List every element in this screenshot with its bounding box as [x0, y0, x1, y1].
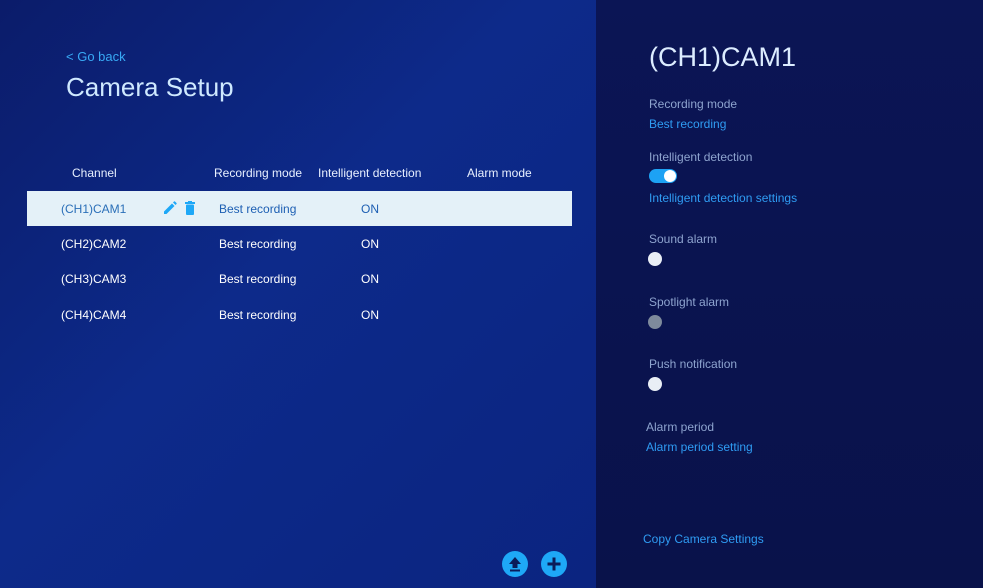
upload-button[interactable] — [502, 551, 528, 577]
sound-alarm-label: Sound alarm — [649, 232, 718, 246]
column-header-channel: Channel — [72, 166, 117, 180]
intelligent-detection-settings-link[interactable]: Intelligent detection settings — [649, 191, 797, 205]
pencil-icon[interactable] — [163, 201, 177, 215]
row-intelligent-detection: ON — [361, 202, 379, 216]
table-row[interactable]: (CH3)CAM3 Best recording ON — [27, 261, 572, 296]
row-channel: (CH3)CAM3 — [61, 272, 127, 286]
plus-icon — [547, 557, 561, 571]
copy-camera-settings-link[interactable]: Copy Camera Settings — [643, 532, 764, 546]
column-header-alarm-mode: Alarm mode — [467, 166, 532, 180]
row-recording-mode: Best recording — [219, 308, 297, 322]
page-title: Camera Setup — [66, 72, 234, 102]
row-recording-mode: Best recording — [219, 202, 297, 216]
recording-mode-value[interactable]: Best recording — [649, 117, 726, 131]
table-row[interactable]: (CH4)CAM4 Best recording ON — [27, 297, 572, 332]
table-row[interactable]: (CH1)CAM1 Best recording ON — [27, 191, 572, 226]
row-channel: (CH4)CAM4 — [61, 308, 127, 322]
intelligent-detection-toggle[interactable] — [649, 169, 677, 183]
upload-icon — [509, 557, 521, 572]
row-intelligent-detection: ON — [361, 237, 379, 251]
row-channel: (CH2)CAM2 — [61, 237, 127, 251]
row-intelligent-detection: ON — [361, 308, 379, 322]
go-back-link[interactable]: < Go back — [66, 49, 126, 64]
alarm-period-label: Alarm period — [646, 420, 715, 434]
camera-detail-panel — [596, 0, 983, 588]
alarm-period-setting-link[interactable]: Alarm period setting — [646, 440, 753, 454]
row-recording-mode: Best recording — [219, 272, 297, 286]
row-intelligent-detection: ON — [361, 272, 379, 286]
push-notification-label: Push notification — [649, 357, 738, 371]
detail-title: (CH1)CAM1 — [649, 42, 797, 72]
recording-mode-label: Recording mode — [649, 97, 738, 111]
row-channel: (CH1)CAM1 — [61, 202, 127, 216]
trash-icon[interactable] — [183, 201, 197, 215]
spotlight-alarm-toggle[interactable] — [648, 315, 662, 329]
intelligent-detection-label: Intelligent detection — [649, 150, 753, 164]
sound-alarm-toggle[interactable] — [648, 252, 662, 266]
column-header-intelligent-detection: Intelligent detection — [318, 166, 422, 180]
spotlight-alarm-label: Spotlight alarm — [649, 295, 730, 309]
row-recording-mode: Best recording — [219, 237, 297, 251]
add-camera-button[interactable] — [541, 551, 567, 577]
column-header-recording-mode: Recording mode — [214, 166, 303, 180]
toggle-knob — [664, 170, 676, 182]
push-notification-toggle[interactable] — [648, 377, 662, 391]
table-row[interactable]: (CH2)CAM2 Best recording ON — [27, 226, 572, 261]
